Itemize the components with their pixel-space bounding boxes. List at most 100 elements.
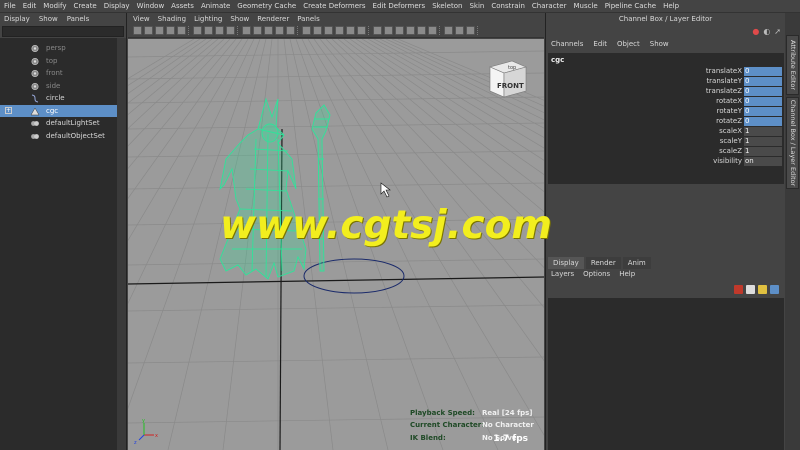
outliner-item-front[interactable]: front: [0, 67, 126, 80]
menu-skeleton[interactable]: Skeleton: [432, 2, 462, 10]
viewport-tool-button[interactable]: [275, 26, 284, 35]
menu-muscle[interactable]: Muscle: [573, 2, 597, 10]
menu-edit-deformers[interactable]: Edit Deformers: [373, 2, 426, 10]
new-layer-icon[interactable]: [734, 285, 743, 294]
channel-value-field[interactable]: 0: [744, 117, 782, 126]
channel-value-field[interactable]: 0: [744, 87, 782, 96]
layer-options-icon[interactable]: [758, 285, 767, 294]
outliner-item-side[interactable]: side: [0, 80, 126, 93]
menu-help[interactable]: Help: [663, 2, 679, 10]
channel-row-scaleZ[interactable]: scaleZ 1: [548, 147, 784, 157]
layer-menu-help[interactable]: Help: [619, 270, 635, 278]
menu-create[interactable]: Create: [73, 2, 96, 10]
viewport-menu-show[interactable]: Show: [230, 15, 249, 23]
outliner-item-circle[interactable]: circle: [0, 92, 126, 105]
viewport-tool-button[interactable]: [193, 26, 202, 35]
viewport-tool-button[interactable]: [155, 26, 164, 35]
viewport-tool-button[interactable]: [346, 26, 355, 35]
new-layer-selected-icon[interactable]: [746, 285, 755, 294]
menu-window[interactable]: Window: [137, 2, 165, 10]
outliner-filter-input[interactable]: [2, 26, 124, 37]
color-wheel-icon[interactable]: ●: [752, 27, 759, 36]
menu-constrain[interactable]: Constrain: [491, 2, 525, 10]
viewport-tool-button[interactable]: [455, 26, 464, 35]
viewport-tool-button[interactable]: [302, 26, 311, 35]
channel-row-scaleX[interactable]: scaleX 1: [548, 127, 784, 137]
outliner-menu-panels[interactable]: Panels: [67, 15, 90, 23]
viewport-tool-button[interactable]: [357, 26, 366, 35]
viewport-tool-button[interactable]: [166, 26, 175, 35]
outliner-item-persp[interactable]: persp: [0, 42, 126, 55]
channel-value-field[interactable]: 1: [744, 137, 782, 146]
viewport-tool-button[interactable]: [144, 26, 153, 35]
channel-value-field[interactable]: 1: [744, 127, 782, 136]
layer-menu-options[interactable]: Options: [583, 270, 610, 278]
viewport-tool-button[interactable]: [286, 26, 295, 35]
viewport-tool-button[interactable]: [264, 26, 273, 35]
channel-value-field[interactable]: on: [744, 157, 782, 166]
outliner-item-defaultLightSet[interactable]: defaultLightSet: [0, 117, 126, 130]
viewport-tool-button[interactable]: [242, 26, 251, 35]
viewport-tool-button[interactable]: [324, 26, 333, 35]
menu-geometry-cache[interactable]: Geometry Cache: [237, 2, 296, 10]
channel-row-translateY[interactable]: translateY 0: [548, 77, 784, 87]
menu-file[interactable]: File: [4, 2, 16, 10]
viewport-tool-button[interactable]: [384, 26, 393, 35]
outliner-menu-display[interactable]: Display: [4, 15, 30, 23]
viewport-tool-button[interactable]: [373, 26, 382, 35]
viewport-menu-shading[interactable]: Shading: [158, 15, 186, 23]
channel-row-translateX[interactable]: translateX 0: [548, 67, 784, 77]
menu-animate[interactable]: Animate: [201, 2, 230, 10]
channel-row-rotateX[interactable]: rotateX 0: [548, 97, 784, 107]
cb-menu-channels[interactable]: Channels: [551, 40, 583, 48]
channel-value-field[interactable]: 0: [744, 77, 782, 86]
outliner-item-defaultObjectSet[interactable]: defaultObjectSet: [0, 130, 126, 143]
viewport-tool-button[interactable]: [177, 26, 186, 35]
menu-create-deformers[interactable]: Create Deformers: [303, 2, 365, 10]
channel-row-translateZ[interactable]: translateZ 0: [548, 87, 784, 97]
layer-menu-layers[interactable]: Layers: [551, 270, 574, 278]
viewport-tool-button[interactable]: [215, 26, 224, 35]
viewport-menu-lighting[interactable]: Lighting: [194, 15, 222, 23]
menu-edit[interactable]: Edit: [23, 2, 37, 10]
tab-render[interactable]: Render: [585, 257, 621, 269]
tab-channel-box[interactable]: Channel Box / Layer Editor: [786, 97, 799, 189]
outliner-item-cgc[interactable]: cgc +: [0, 104, 126, 117]
viewport-tool-button[interactable]: [226, 26, 235, 35]
viewport-menu-renderer[interactable]: Renderer: [257, 15, 289, 23]
channel-value-field[interactable]: 1: [744, 147, 782, 156]
display-toggle-icon[interactable]: ◐: [763, 27, 770, 36]
outliner-item-top[interactable]: top: [0, 55, 126, 68]
channel-row-rotateZ[interactable]: rotateZ 0: [548, 117, 784, 127]
viewport-tool-button[interactable]: [406, 26, 415, 35]
menu-skin[interactable]: Skin: [469, 2, 484, 10]
viewport-tool-button[interactable]: [395, 26, 404, 35]
channel-value-field[interactable]: 0: [744, 67, 782, 76]
channel-row-scaleY[interactable]: scaleY 1: [548, 137, 784, 147]
tab-attribute-editor[interactable]: Attribute Editor: [786, 35, 799, 95]
cb-menu-object[interactable]: Object: [617, 40, 640, 48]
channel-row-visibility[interactable]: visibility on: [548, 157, 784, 167]
tab-display[interactable]: Display: [548, 257, 584, 269]
menu-modify[interactable]: Modify: [43, 2, 66, 10]
cb-menu-show[interactable]: Show: [650, 40, 669, 48]
cb-menu-edit[interactable]: Edit: [593, 40, 607, 48]
viewport-tool-button[interactable]: [417, 26, 426, 35]
expand-toggle-icon[interactable]: +: [5, 106, 12, 114]
channel-value-field[interactable]: 0: [744, 97, 782, 106]
viewport-tool-button[interactable]: [253, 26, 262, 35]
outliner-scrollbar[interactable]: [117, 38, 126, 450]
channel-row-rotateY[interactable]: rotateY 0: [548, 107, 784, 117]
pin-icon[interactable]: ➚: [774, 27, 781, 36]
viewport-tool-button[interactable]: [466, 26, 475, 35]
viewport-tool-button[interactable]: [335, 26, 344, 35]
character-wireframe[interactable]: [219, 97, 331, 280]
viewport-tool-button[interactable]: [428, 26, 437, 35]
menu-assets[interactable]: Assets: [171, 2, 194, 10]
menu-pipeline-cache[interactable]: Pipeline Cache: [605, 2, 656, 10]
tab-anim[interactable]: Anim: [622, 257, 651, 269]
circle-curve[interactable]: [303, 258, 405, 294]
menu-character[interactable]: Character: [532, 2, 567, 10]
viewport-tool-button[interactable]: [133, 26, 142, 35]
viewport-tool-button[interactable]: [204, 26, 213, 35]
